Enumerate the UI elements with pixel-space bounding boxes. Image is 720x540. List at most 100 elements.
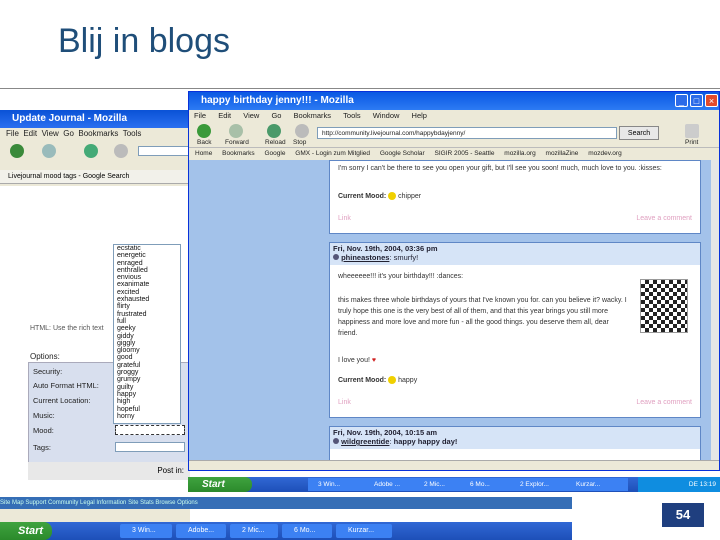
reload-icon[interactable] — [84, 144, 98, 158]
mood-option[interactable]: ecstatic — [117, 245, 180, 252]
task-item[interactable]: 2 Mic... — [414, 478, 466, 491]
mood-option[interactable]: enraged — [117, 260, 180, 267]
leave-comment-link[interactable]: Leave a comment — [636, 215, 692, 222]
minimize-icon[interactable]: _ — [675, 94, 688, 107]
bookmark-item[interactable]: Home — [195, 150, 212, 157]
back-task-item[interactable]: Adobe... — [176, 524, 226, 538]
forward-button-label[interactable]: Forward — [225, 139, 249, 146]
menu-go[interactable]: Go — [63, 129, 74, 138]
back-task-item[interactable]: 6 Mo... — [282, 524, 332, 538]
mood-option[interactable]: grumpy — [117, 376, 180, 383]
back-arrow-icon[interactable] — [197, 124, 211, 138]
journal-entry: I'm sorry I can't be there to see you op… — [329, 160, 701, 234]
location-label: Current Location: — [33, 396, 91, 405]
stop-button-label[interactable]: Stop — [293, 139, 306, 146]
entry-username[interactable]: phineastones — [341, 253, 389, 262]
forward-arrow-icon[interactable] — [229, 124, 243, 138]
forward-arrow-icon[interactable] — [42, 144, 56, 158]
back-button-label[interactable]: Back — [197, 139, 211, 146]
back-task-item[interactable]: 2 Mic... — [230, 524, 278, 538]
mood-option[interactable]: frustrated — [117, 311, 180, 318]
mood-option[interactable]: envious — [117, 274, 180, 281]
mood-option[interactable]: giddy — [117, 333, 180, 340]
bookmark-item[interactable]: Google Scholar — [380, 150, 425, 157]
back-address-field[interactable] — [138, 146, 190, 156]
reload-icon[interactable] — [267, 124, 281, 138]
mood-option[interactable]: guilty — [117, 384, 180, 391]
mood-option[interactable]: good — [117, 354, 180, 361]
stop-icon[interactable] — [114, 144, 128, 158]
leave-comment-link[interactable]: Leave a comment — [636, 399, 692, 406]
task-item[interactable]: Kurzar... — [566, 478, 628, 491]
menu-tools[interactable]: Tools — [123, 129, 142, 138]
close-icon[interactable]: × — [705, 94, 718, 107]
entry-username[interactable]: wildgreentide — [341, 437, 389, 446]
mood-option[interactable]: enthralled — [117, 267, 180, 274]
security-label: Security: — [33, 367, 63, 376]
start-button[interactable]: Start — [188, 477, 252, 492]
love-text: I love you! — [338, 357, 370, 364]
task-item[interactable]: 3 Win... — [308, 478, 370, 491]
menu-view[interactable]: View — [42, 129, 59, 138]
mood-option[interactable]: hopeful — [117, 406, 180, 413]
tags-input[interactable] — [115, 442, 185, 452]
bookmark-item[interactable]: mozilla.org — [504, 150, 535, 157]
back-window-menubar: File Edit View Go Bookmarks Tools — [0, 128, 190, 140]
entry-text: wheeeeee!!! it's your birthday!!! :dance… — [338, 273, 464, 280]
mood-dropdown-list[interactable]: ecstatic energetic enraged enthralled en… — [113, 244, 181, 424]
mood-option[interactable]: full — [117, 318, 180, 325]
mood-option[interactable]: geeky — [117, 325, 180, 332]
mood-option[interactable]: happy — [117, 391, 180, 398]
back-start-button[interactable]: Start — [0, 522, 52, 540]
bookmark-item[interactable]: Bookmarks — [222, 150, 255, 157]
mood-option[interactable]: energetic — [117, 252, 180, 259]
mood-option[interactable]: groggy — [117, 369, 180, 376]
menu-file[interactable]: File — [6, 129, 19, 138]
entry-body: I'm sorry I can't be there to see you op… — [338, 165, 662, 172]
menu-window[interactable]: Window — [373, 111, 400, 120]
mood-select[interactable] — [115, 425, 185, 435]
back-arrow-icon[interactable] — [10, 144, 24, 158]
task-item[interactable]: Adobe ... — [364, 478, 420, 491]
maximize-icon[interactable]: □ — [690, 94, 703, 107]
menu-edit[interactable]: Edit — [218, 111, 231, 120]
link-link[interactable]: Link — [338, 399, 351, 406]
mood-option[interactable]: horny — [117, 413, 180, 420]
bookmark-item[interactable]: Google — [264, 150, 285, 157]
print-button-label[interactable]: Print — [685, 139, 698, 146]
mood-option[interactable]: flirty — [117, 303, 180, 310]
menu-tools[interactable]: Tools — [343, 111, 361, 120]
menu-bookmarks[interactable]: Bookmarks — [78, 129, 118, 138]
stop-icon[interactable] — [295, 124, 309, 138]
task-item[interactable]: 2 Explor... — [510, 478, 572, 491]
back-window-tab[interactable]: Livejournal mood tags - Google Search — [0, 170, 190, 184]
entry-header: Fri, Nov. 19th, 2004, 03:36 pm phineasto… — [330, 243, 700, 265]
mood-option[interactable]: excited — [117, 289, 180, 296]
link-link[interactable]: Link — [338, 215, 351, 222]
print-icon[interactable] — [685, 124, 699, 138]
mood-option[interactable]: giggly — [117, 340, 180, 347]
bookmark-item[interactable]: mozdev.org — [588, 150, 621, 157]
bookmark-item[interactable]: GMX - Login zum Mitglied — [295, 150, 370, 157]
menu-go[interactable]: Go — [271, 111, 281, 120]
bookmark-item[interactable]: SIGIR 2005 - Seattle — [434, 150, 494, 157]
mood-option[interactable]: exhausted — [117, 296, 180, 303]
menu-edit[interactable]: Edit — [23, 129, 37, 138]
reload-button-label[interactable]: Reload — [265, 139, 286, 146]
mood-option[interactable]: high — [117, 398, 180, 405]
vertical-scrollbar[interactable] — [711, 160, 719, 460]
menu-bookmarks[interactable]: Bookmarks — [294, 111, 332, 120]
task-item[interactable]: 6 Mo... — [460, 478, 516, 491]
address-bar[interactable]: http://community.livejournal.com/happybd… — [317, 127, 617, 139]
mood-option[interactable]: grateful — [117, 362, 180, 369]
search-button[interactable]: Search — [619, 126, 659, 140]
mood-option[interactable]: gloomy — [117, 347, 180, 354]
menu-view[interactable]: View — [243, 111, 259, 120]
mood-option[interactable]: exanimate — [117, 281, 180, 288]
post-in-button[interactable]: Post in: — [157, 466, 184, 475]
bookmark-item[interactable]: mozillaZine — [546, 150, 579, 157]
back-task-item[interactable]: Kurzar... — [336, 524, 392, 538]
menu-file[interactable]: File — [194, 111, 206, 120]
menu-help[interactable]: Help — [412, 111, 427, 120]
back-task-item[interactable]: 3 Win... — [120, 524, 172, 538]
